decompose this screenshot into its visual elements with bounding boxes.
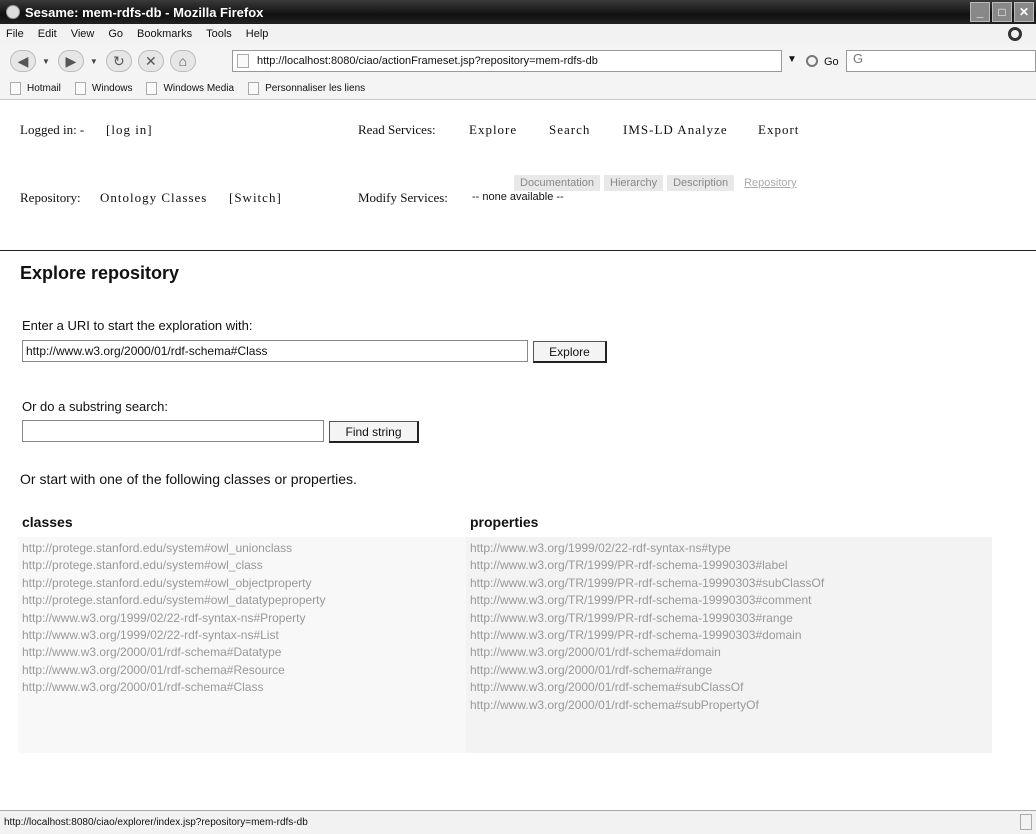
status-text: http://localhost:8080/ciao/explorer/inde… (4, 817, 308, 828)
class-link[interactable]: http://protege.stanford.edu/system#owl_o… (22, 575, 326, 592)
menu-edit[interactable]: Edit (38, 28, 57, 40)
close-icon[interactable]: ✕ (1014, 2, 1034, 22)
page-title: Explore repository (20, 263, 180, 283)
page-icon (248, 82, 260, 95)
property-link[interactable]: http://www.w3.org/1999/02/22-rdf-syntax-… (470, 540, 824, 557)
search-input[interactable]: G (846, 50, 1036, 72)
url-bar[interactable]: http://localhost:8080/ciao/actionFramese… (232, 50, 782, 72)
navigation-toolbar: ◀ ▼ ▶ ▼ ↻ ✕ ⌂ http://localhost:8080/ciao… (0, 44, 1036, 78)
start-prompt: Or start with one of the following class… (20, 471, 357, 487)
url-dropdown-icon[interactable]: ▼ (787, 54, 797, 65)
property-link[interactable]: http://www.w3.org/TR/1999/PR-rdf-schema-… (470, 592, 824, 609)
tab-hierarchy[interactable]: Hierarchy (604, 175, 664, 191)
page-icon (10, 82, 21, 95)
class-link[interactable]: http://www.w3.org/2000/01/rdf-schema#Cla… (22, 679, 326, 696)
repository-name: Ontology Classes (100, 190, 208, 205)
page-icon (146, 82, 158, 95)
explore-button[interactable]: Explore (533, 341, 607, 363)
menu-view[interactable]: View (71, 28, 95, 40)
read-services-label: Read Services: (358, 122, 436, 137)
menu-tools[interactable]: Tools (206, 28, 232, 40)
home-icon[interactable]: ⌂ (169, 50, 196, 72)
sub-navigation: Documentation Hierarchy Description Repo… (514, 175, 803, 191)
login-link[interactable]: [log in] (106, 122, 153, 138)
window-controls: _ □ ✕ (970, 2, 1034, 22)
tab-documentation[interactable]: Documentation (514, 175, 600, 191)
bookmark-hotmail[interactable]: Hotmail (10, 82, 61, 95)
page-icon (237, 54, 249, 68)
firefox-icon (6, 5, 20, 19)
status-bar: http://localhost:8080/ciao/explorer/inde… (0, 810, 1036, 834)
modify-services-value: -- none available -- (472, 191, 564, 203)
find-string-button[interactable]: Find string (329, 421, 419, 443)
status-panel (1020, 814, 1032, 830)
bookmark-label: Hotmail (27, 83, 61, 94)
nav-ims-ld-analyze[interactable]: IMS-LD Analyze (623, 122, 728, 138)
bookmark-label: Personnaliser les liens (265, 83, 366, 94)
class-link[interactable]: http://www.w3.org/2000/01/rdf-schema#Dat… (22, 644, 326, 661)
go-button[interactable]: Go (824, 56, 839, 68)
property-link[interactable]: http://www.w3.org/2000/01/rdf-schema#sub… (470, 697, 824, 714)
class-link[interactable]: http://www.w3.org/2000/01/rdf-schema#Res… (22, 662, 326, 679)
window-titlebar: Sesame: mem-rdfs-db - Mozilla Firefox _ … (0, 0, 1036, 24)
search-prompt: Or do a substring search: (22, 399, 168, 414)
classes-heading: classes (22, 514, 73, 530)
class-link[interactable]: http://www.w3.org/1999/02/22-rdf-syntax-… (22, 610, 326, 627)
property-link[interactable]: http://www.w3.org/TR/1999/PR-rdf-schema-… (470, 557, 824, 574)
forward-dropdown-icon[interactable]: ▼ (90, 57, 98, 66)
bookmark-personnaliser[interactable]: Personnaliser les liens (248, 82, 365, 95)
uri-prompt: Enter a URI to start the exploration wit… (22, 318, 253, 333)
bookmark-windows-media[interactable]: Windows Media (146, 82, 234, 95)
bookmark-label: Windows Media (163, 83, 235, 94)
nav-export[interactable]: Export (758, 122, 799, 138)
class-link[interactable]: http://protege.stanford.edu/system#owl_c… (22, 557, 326, 574)
header-divider (0, 250, 1036, 251)
classes-list: http://protege.stanford.edu/system#owl_u… (22, 540, 326, 697)
back-dropdown-icon[interactable]: ▼ (42, 57, 50, 66)
url-text: http://localhost:8080/ciao/actionFramese… (257, 55, 598, 67)
minimize-icon[interactable]: _ (970, 2, 990, 22)
repository-label: Repository: (20, 190, 81, 205)
property-link[interactable]: http://www.w3.org/2000/01/rdf-schema#sub… (470, 679, 824, 696)
back-icon[interactable]: ◀ (10, 50, 36, 72)
bookmark-label: Windows (91, 83, 133, 94)
menu-help[interactable]: Help (246, 28, 269, 40)
modify-services-label: Modify Services: (358, 190, 448, 205)
property-link[interactable]: http://www.w3.org/2000/01/rdf-schema#ran… (470, 662, 824, 679)
property-link[interactable]: http://www.w3.org/TR/1999/PR-rdf-schema-… (470, 575, 824, 592)
nav-explore[interactable]: Explore (469, 122, 517, 138)
property-link[interactable]: http://www.w3.org/2000/01/rdf-schema#dom… (470, 644, 824, 661)
reload-icon[interactable]: ↻ (105, 50, 132, 72)
substring-search-input[interactable] (22, 420, 324, 442)
stop-icon[interactable]: ✕ (137, 50, 164, 72)
bookmark-windows[interactable]: Windows (74, 82, 133, 95)
class-link[interactable]: http://www.w3.org/1999/02/22-rdf-syntax-… (22, 627, 326, 644)
menu-bar: File Edit View Go Bookmarks Tools Help (0, 24, 1036, 44)
bookmarks-toolbar: Hotmail Windows Windows Media Personnali… (0, 78, 1036, 100)
properties-list: http://www.w3.org/1999/02/22-rdf-syntax-… (470, 540, 824, 714)
switch-link[interactable]: [Switch] (229, 190, 282, 206)
page-icon (74, 82, 86, 95)
forward-icon[interactable]: ▶ (57, 50, 84, 72)
go-icon[interactable] (806, 55, 818, 67)
logged-in-label: Logged in: - (20, 122, 85, 137)
window-title: Sesame: mem-rdfs-db - Mozilla Firefox (25, 4, 264, 20)
tab-repository[interactable]: Repository (738, 175, 803, 191)
menu-file[interactable]: File (6, 28, 24, 40)
tab-description[interactable]: Description (667, 175, 735, 191)
class-link[interactable]: http://protege.stanford.edu/system#owl_u… (22, 540, 326, 557)
throbber-icon (1008, 27, 1022, 41)
property-link[interactable]: http://www.w3.org/TR/1999/PR-rdf-schema-… (470, 627, 824, 644)
properties-heading: properties (470, 514, 539, 530)
uri-input[interactable]: http://www.w3.org/2000/01/rdf-schema#Cla… (22, 340, 528, 362)
property-link[interactable]: http://www.w3.org/TR/1999/PR-rdf-schema-… (470, 610, 824, 627)
maximize-icon[interactable]: □ (992, 2, 1012, 22)
class-link[interactable]: http://protege.stanford.edu/system#owl_d… (22, 592, 326, 609)
nav-search[interactable]: Search (549, 122, 590, 138)
menu-go[interactable]: Go (108, 28, 123, 40)
menu-bookmarks[interactable]: Bookmarks (137, 28, 192, 40)
